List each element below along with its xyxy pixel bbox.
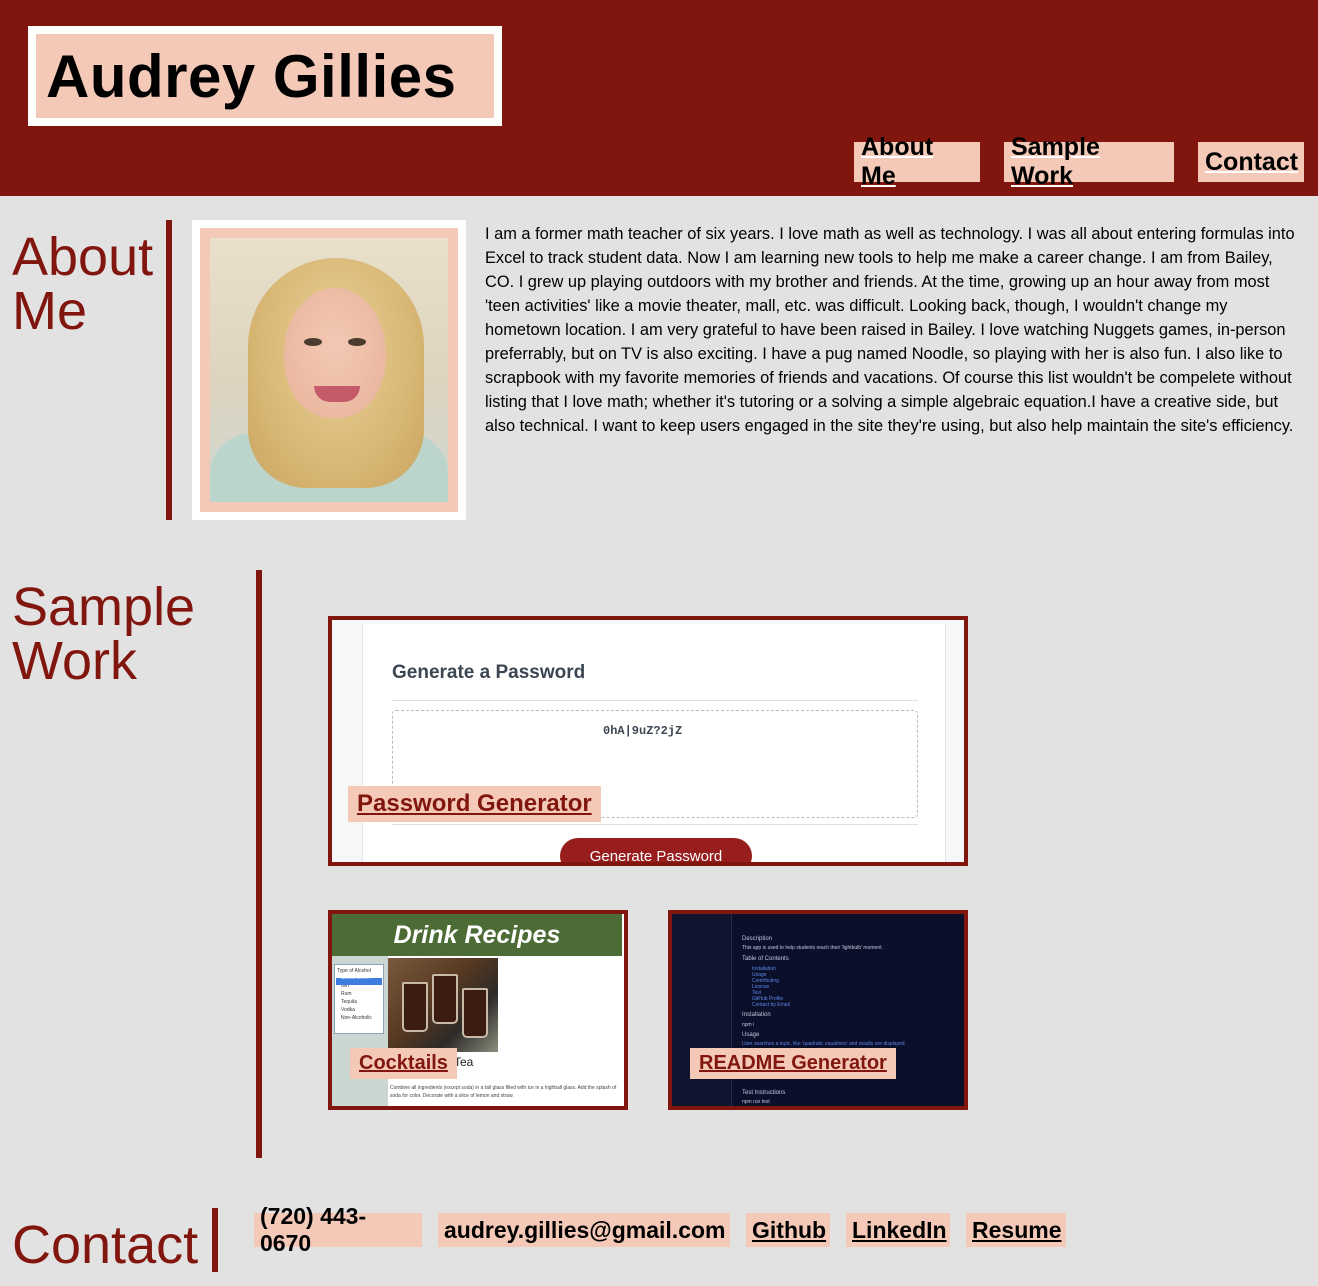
profile-photo-frame bbox=[192, 220, 466, 520]
about-heading-line2: Me bbox=[12, 281, 88, 341]
site-header: Audrey Gillies About Me Sample Work Cont… bbox=[0, 0, 1318, 196]
work-divider bbox=[256, 570, 262, 1158]
readme-screenshot-sidebar bbox=[672, 914, 732, 1106]
site-title-box: Audrey Gillies bbox=[28, 26, 502, 126]
contact-phone: (720) 443-0670 bbox=[254, 1203, 422, 1256]
work-heading: Sample Work bbox=[12, 580, 195, 688]
photo-eye-left bbox=[304, 338, 322, 346]
cocktails-screenshot-menu: Type of Alcohol Select One... Gin Rum Te… bbox=[334, 964, 384, 1034]
contact-linkedin-link[interactable]: LinkedIn bbox=[846, 1213, 950, 1247]
password-screenshot-rule-top bbox=[392, 700, 918, 701]
readme-screenshot-line: npm run test bbox=[742, 1099, 770, 1105]
glass-icon bbox=[462, 988, 488, 1038]
about-heading: About Me bbox=[12, 230, 153, 338]
readme-generator-link[interactable]: README Generator bbox=[690, 1048, 896, 1079]
work-heading-line2: Work bbox=[12, 631, 138, 691]
profile-photo bbox=[210, 238, 448, 502]
cocktails-card[interactable]: Drink Recipes Type of Alcohol Select One… bbox=[328, 910, 628, 1110]
cocktails-screenshot-banner: Drink Recipes bbox=[332, 914, 622, 956]
cocktails-screenshot-photo bbox=[388, 958, 498, 1052]
nav-sample-work[interactable]: Sample Work bbox=[1004, 133, 1174, 190]
cocktails-menu-option: Select One... bbox=[341, 975, 370, 981]
readme-screenshot-line: Description bbox=[742, 936, 773, 942]
readme-screenshot-line: Usage bbox=[742, 1032, 760, 1038]
cocktails-menu-option: Non-Alcoholic bbox=[341, 1015, 372, 1021]
contact-heading: Contact bbox=[12, 1215, 199, 1275]
readme-screenshot-line: Contact by Email bbox=[752, 1002, 790, 1008]
work-heading-line1: Sample bbox=[12, 577, 196, 637]
password-screenshot-button: Generate Password bbox=[560, 838, 752, 862]
readme-screenshot-line: User searches a topic, like 'quadratic e… bbox=[742, 1041, 905, 1047]
contact-github-link[interactable]: Github bbox=[746, 1213, 830, 1247]
about-divider bbox=[166, 220, 172, 520]
cocktails-menu-option: Tequila bbox=[341, 999, 357, 1005]
password-screenshot-value: 0hA|9uZ?2jZ bbox=[603, 724, 683, 738]
contact-email: audrey.gillies@gmail.com bbox=[438, 1213, 730, 1247]
readme-screenshot-line: This app is used to help students reach … bbox=[742, 945, 883, 951]
password-screenshot-title: Generate a Password bbox=[392, 662, 586, 683]
contact-divider bbox=[212, 1208, 218, 1272]
password-generator-card[interactable]: Generate a Password 0hA|9uZ?2jZ Generate… bbox=[328, 616, 968, 866]
cocktails-menu-option: Rum bbox=[341, 991, 352, 997]
nav-about-me[interactable]: About Me bbox=[854, 133, 980, 190]
photo-eye-right bbox=[348, 338, 366, 346]
readme-screenshot-line: Installation bbox=[742, 1012, 771, 1018]
contact-resume-link[interactable]: Resume bbox=[966, 1213, 1066, 1247]
password-screenshot: Generate a Password 0hA|9uZ?2jZ Generate… bbox=[362, 624, 946, 862]
cocktails-menu-option: Vodka bbox=[341, 1007, 355, 1013]
glass-icon bbox=[402, 982, 428, 1032]
site-title: Audrey Gillies bbox=[46, 42, 457, 110]
about-heading-line1: About bbox=[12, 227, 154, 287]
about-paragraph: I am a former math teacher of six years.… bbox=[485, 225, 1295, 435]
password-generator-link[interactable]: Password Generator bbox=[348, 786, 601, 822]
profile-photo-mat bbox=[200, 228, 458, 512]
readme-screenshot-line: npm i bbox=[742, 1022, 755, 1028]
password-screenshot-rule-bottom bbox=[392, 824, 918, 825]
cocktails-link[interactable]: Cocktails bbox=[350, 1048, 457, 1079]
glass-icon bbox=[432, 974, 458, 1024]
readme-screenshot-line: Test Instructions bbox=[742, 1090, 786, 1096]
nav-contact[interactable]: Contact bbox=[1198, 142, 1304, 182]
cocktails-screenshot-text: Combine all ingredients (except soda) in… bbox=[390, 1085, 617, 1099]
readme-generator-card[interactable]: Description This app is used to help stu… bbox=[668, 910, 968, 1110]
readme-screenshot-line: Table of Contents bbox=[742, 956, 789, 962]
site-title-inner: Audrey Gillies bbox=[36, 34, 494, 118]
